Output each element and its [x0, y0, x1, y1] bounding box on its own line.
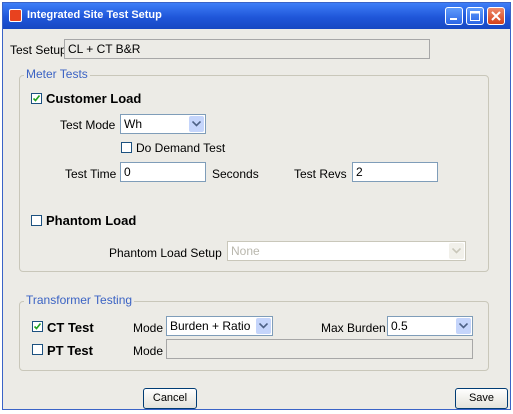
meter-tests-legend: Meter Tests — [24, 67, 90, 81]
max-burden-select[interactable]: 0.5 — [387, 316, 473, 336]
title-bar[interactable]: Integrated Site Test Setup — [3, 3, 510, 29]
transformer-testing-group — [19, 301, 489, 371]
test-setup-field[interactable]: CL + CT B&R — [64, 39, 430, 59]
maximize-button[interactable] — [466, 7, 484, 25]
test-revs-label: Test Revs — [294, 167, 347, 181]
test-mode-select[interactable]: Wh — [120, 114, 206, 134]
phantom-load-setup-value: None — [231, 244, 260, 258]
phantom-load-setup-label: Phantom Load Setup — [109, 246, 222, 260]
minimize-icon — [450, 18, 457, 20]
chevron-down-icon — [256, 318, 271, 334]
pt-mode-label: Mode — [133, 344, 164, 358]
test-revs-field[interactable]: 2 — [352, 162, 438, 182]
test-time-field[interactable]: 0 — [120, 162, 206, 182]
checkmark-icon — [33, 323, 42, 330]
phantom-load-setup-select[interactable]: None — [227, 241, 466, 261]
ct-mode-select[interactable]: Burden + Ratio — [166, 316, 273, 336]
window-title: Integrated Site Test Setup — [27, 9, 162, 21]
transformer-testing-legend: Transformer Testing — [24, 293, 135, 307]
ct-test-label[interactable]: CT Test — [47, 320, 94, 335]
test-time-label: Test Time — [65, 167, 117, 181]
phantom-load-label[interactable]: Phantom Load — [46, 213, 136, 228]
maximize-icon — [470, 11, 480, 21]
close-button[interactable] — [487, 7, 505, 25]
customer-load-label[interactable]: Customer Load — [46, 91, 141, 106]
ct-mode-label: Mode — [133, 321, 164, 335]
test-setup-label: Test Setup — [10, 43, 67, 57]
checkmark-icon — [32, 95, 41, 102]
app-icon — [9, 9, 22, 22]
cancel-button[interactable]: Cancel — [143, 388, 197, 409]
minimize-button[interactable] — [445, 7, 463, 25]
ct-mode-value: Burden + Ratio — [170, 319, 251, 333]
test-mode-value: Wh — [124, 117, 142, 131]
phantom-load-checkbox[interactable] — [31, 215, 42, 226]
ct-test-checkbox[interactable] — [32, 321, 43, 332]
max-burden-label: Max Burden — [321, 321, 386, 335]
pt-mode-field[interactable] — [166, 339, 473, 359]
save-button[interactable]: Save — [455, 388, 508, 409]
dialog-window: Integrated Site Test Setup Test Setup CL… — [2, 2, 511, 410]
max-burden-value: 0.5 — [391, 319, 408, 333]
seconds-unit-label: Seconds — [212, 167, 259, 181]
pt-test-checkbox[interactable] — [32, 344, 43, 355]
close-icon — [491, 11, 501, 21]
test-mode-label: Test Mode — [60, 118, 116, 132]
customer-load-checkbox[interactable] — [31, 93, 42, 104]
demand-test-label[interactable]: Do Demand Test — [136, 141, 225, 155]
chevron-down-icon — [449, 243, 464, 259]
chevron-down-icon — [456, 318, 471, 334]
demand-test-checkbox[interactable] — [121, 142, 132, 153]
chevron-down-icon — [189, 116, 204, 132]
pt-test-label[interactable]: PT Test — [47, 343, 93, 358]
